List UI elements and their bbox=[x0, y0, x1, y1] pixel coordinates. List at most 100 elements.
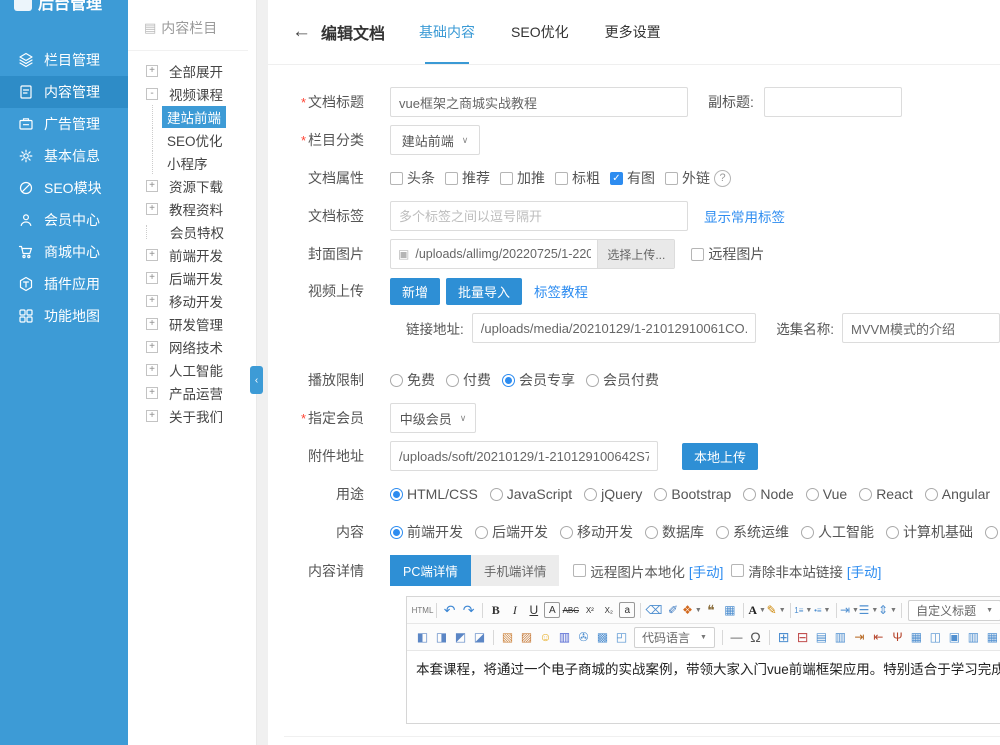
img-center-icon[interactable]: ◪ bbox=[471, 628, 488, 647]
sidebar-item-seo[interactable]: SEO模块 bbox=[0, 172, 128, 204]
delete-col-icon[interactable]: Ψ bbox=[889, 628, 906, 647]
doc-attr-checkbox[interactable]: 外链 bbox=[665, 168, 710, 188]
expand-icon[interactable]: + bbox=[146, 180, 158, 192]
remote-image-checkbox[interactable]: 远程图片 bbox=[691, 244, 764, 264]
play-limit-radio[interactable]: 付费 bbox=[446, 370, 491, 390]
tab-SEO优化[interactable]: SEO优化 bbox=[511, 0, 569, 64]
tree-item[interactable]: +人工智能 bbox=[128, 358, 256, 381]
unordered-list-icon[interactable]: •≡▼ bbox=[814, 601, 831, 620]
sidebar-item-sitemap[interactable]: 功能地图 bbox=[0, 300, 128, 332]
tab-基础内容[interactable]: 基础内容 bbox=[419, 0, 475, 64]
source-html-icon[interactable]: HTML bbox=[414, 601, 431, 620]
content-cat-radio[interactable]: 数据库 bbox=[645, 522, 704, 542]
doc-attr-checkbox[interactable]: ✓有图 bbox=[610, 168, 655, 188]
code-language-dropdown[interactable]: 代码语言▼ bbox=[634, 627, 715, 648]
subtitle-input[interactable] bbox=[764, 87, 902, 117]
category-select[interactable]: 建站前端 ∨ bbox=[390, 125, 480, 155]
expand-icon[interactable]: + bbox=[146, 272, 158, 284]
expand-icon[interactable]: + bbox=[146, 65, 158, 77]
map-icon[interactable]: ▩ bbox=[594, 628, 611, 647]
manual-link[interactable]: [手动] bbox=[847, 561, 882, 581]
collapse-icon[interactable]: - bbox=[146, 88, 158, 100]
delete-row-icon[interactable]: ⇥ bbox=[851, 628, 868, 647]
episode-name-input[interactable] bbox=[842, 313, 1000, 343]
detail-tab-PC端详情[interactable]: PC端详情 bbox=[390, 555, 471, 586]
img-float-right-icon[interactable]: ◩ bbox=[452, 628, 469, 647]
custom-title-dropdown[interactable]: 自定义标题▼ bbox=[908, 600, 1000, 621]
detail-option-checkbox[interactable]: 远程图片本地化 [手动] bbox=[573, 561, 723, 581]
merge-right-icon[interactable]: ▣ bbox=[946, 628, 963, 647]
format-paint-icon[interactable]: ❖▼ bbox=[683, 601, 700, 620]
emoji-icon[interactable]: ☺ bbox=[537, 628, 554, 647]
highlight-icon[interactable]: ✎▼ bbox=[768, 601, 785, 620]
underline-icon[interactable]: U bbox=[525, 601, 542, 620]
scrawl-icon[interactable]: ▨ bbox=[518, 628, 535, 647]
template-icon[interactable]: ◰ bbox=[613, 628, 630, 647]
usage-radio[interactable]: React bbox=[859, 486, 913, 502]
play-limit-radio[interactable]: 免费 bbox=[390, 370, 435, 390]
subscript-icon[interactable]: X₂ bbox=[600, 601, 617, 620]
collapse-panel-button[interactable]: ‹ bbox=[250, 366, 263, 394]
help-icon[interactable]: ? bbox=[714, 170, 731, 187]
choose-upload-button[interactable]: 选择上传... bbox=[597, 240, 674, 268]
indent-icon[interactable]: ⇥▼ bbox=[841, 601, 858, 620]
doc-title-input[interactable] bbox=[390, 87, 688, 117]
tab-更多设置[interactable]: 更多设置 bbox=[605, 0, 661, 64]
play-limit-radio[interactable]: 会员专享 bbox=[502, 370, 575, 390]
usage-radio[interactable]: HTML/CSS bbox=[390, 486, 478, 502]
back-arrow-icon[interactable]: ← bbox=[292, 21, 311, 43]
tree-item[interactable]: +前端开发 bbox=[128, 243, 256, 266]
detail-tab-手机端详情[interactable]: 手机端详情 bbox=[471, 555, 560, 586]
usage-radio[interactable]: Node bbox=[743, 486, 793, 502]
content-cat-radio[interactable]: 后端开发 bbox=[475, 522, 548, 542]
expand-icon[interactable]: + bbox=[146, 410, 158, 422]
tree-item[interactable]: 小程序 bbox=[128, 151, 256, 174]
local-upload-button[interactable]: 本地上传 bbox=[682, 443, 758, 470]
sidebar-item-content[interactable]: 内容管理 bbox=[0, 76, 128, 108]
doc-attr-checkbox[interactable]: 标粗 bbox=[555, 168, 600, 188]
insert-image-icon[interactable]: ▧ bbox=[499, 628, 516, 647]
content-cat-radio[interactable]: 计算机基础 bbox=[886, 522, 973, 542]
tree-item[interactable]: +网络技术 bbox=[128, 335, 256, 358]
eraser-icon[interactable]: ⌫ bbox=[645, 601, 662, 620]
blockquote-icon[interactable]: ❝ bbox=[702, 601, 719, 620]
delete-table-icon[interactable]: ⊟ bbox=[794, 628, 811, 647]
usage-radio[interactable]: Bootstrap bbox=[654, 486, 731, 502]
expand-icon[interactable]: + bbox=[146, 318, 158, 330]
attachment-input[interactable] bbox=[390, 441, 658, 471]
tree-item[interactable]: +后端开发 bbox=[128, 266, 256, 289]
redo-icon[interactable]: ↷ bbox=[460, 601, 477, 620]
hr-icon[interactable]: — bbox=[728, 628, 745, 647]
sidebar-item-member[interactable]: 会员中心 bbox=[0, 204, 128, 236]
insert-col-icon[interactable]: ⇤ bbox=[870, 628, 887, 647]
usage-radio[interactable]: Angular bbox=[925, 486, 990, 502]
video-add-button[interactable]: 新增 bbox=[390, 278, 440, 305]
date-icon[interactable]: ▦ bbox=[721, 601, 738, 620]
insert-row-icon[interactable]: ▥ bbox=[832, 628, 849, 647]
tree-item[interactable]: -视频课程 bbox=[128, 82, 256, 105]
merge-down-icon[interactable]: ▥ bbox=[965, 628, 982, 647]
usage-radio[interactable]: JavaScript bbox=[490, 486, 572, 502]
anchor-icon[interactable]: a bbox=[619, 602, 635, 618]
video-batch-import-button[interactable]: 批量导入 bbox=[446, 278, 522, 305]
img-inline-icon[interactable]: ◨ bbox=[433, 628, 450, 647]
insert-table-icon[interactable]: ⊞ bbox=[775, 628, 792, 647]
tree-item[interactable]: +全部展开 bbox=[128, 59, 256, 82]
sidebar-item-basic-info[interactable]: 基本信息 bbox=[0, 140, 128, 172]
doc-attr-checkbox[interactable]: 加推 bbox=[500, 168, 545, 188]
tree-item[interactable]: +研发管理 bbox=[128, 312, 256, 335]
undo-icon[interactable]: ↶ bbox=[441, 601, 458, 620]
align-icon[interactable]: ☰▼ bbox=[860, 601, 877, 620]
member-level-select[interactable]: 中级会员 ∨ bbox=[390, 403, 476, 433]
content-cat-radio[interactable]: 系统运维 bbox=[716, 522, 789, 542]
font-border-icon[interactable]: A bbox=[544, 602, 560, 618]
usage-radio[interactable]: Vue bbox=[806, 486, 847, 502]
merge-cells-icon[interactable]: ▦ bbox=[908, 628, 925, 647]
content-cat-radio[interactable]: 人工智能 bbox=[801, 522, 874, 542]
line-height-icon[interactable]: ⇕▼ bbox=[879, 601, 896, 620]
tree-item[interactable]: +教程资料 bbox=[128, 197, 256, 220]
split-cells-icon[interactable]: ◫ bbox=[927, 628, 944, 647]
strikethrough-icon[interactable]: ABC bbox=[562, 601, 579, 620]
editor-content[interactable]: 本套课程，将通过一个电子商城的实战案例，带领大家入门vue前端框架应用。特别适合… bbox=[407, 651, 1000, 723]
sidebar-item-mall[interactable]: 商城中心 bbox=[0, 236, 128, 268]
